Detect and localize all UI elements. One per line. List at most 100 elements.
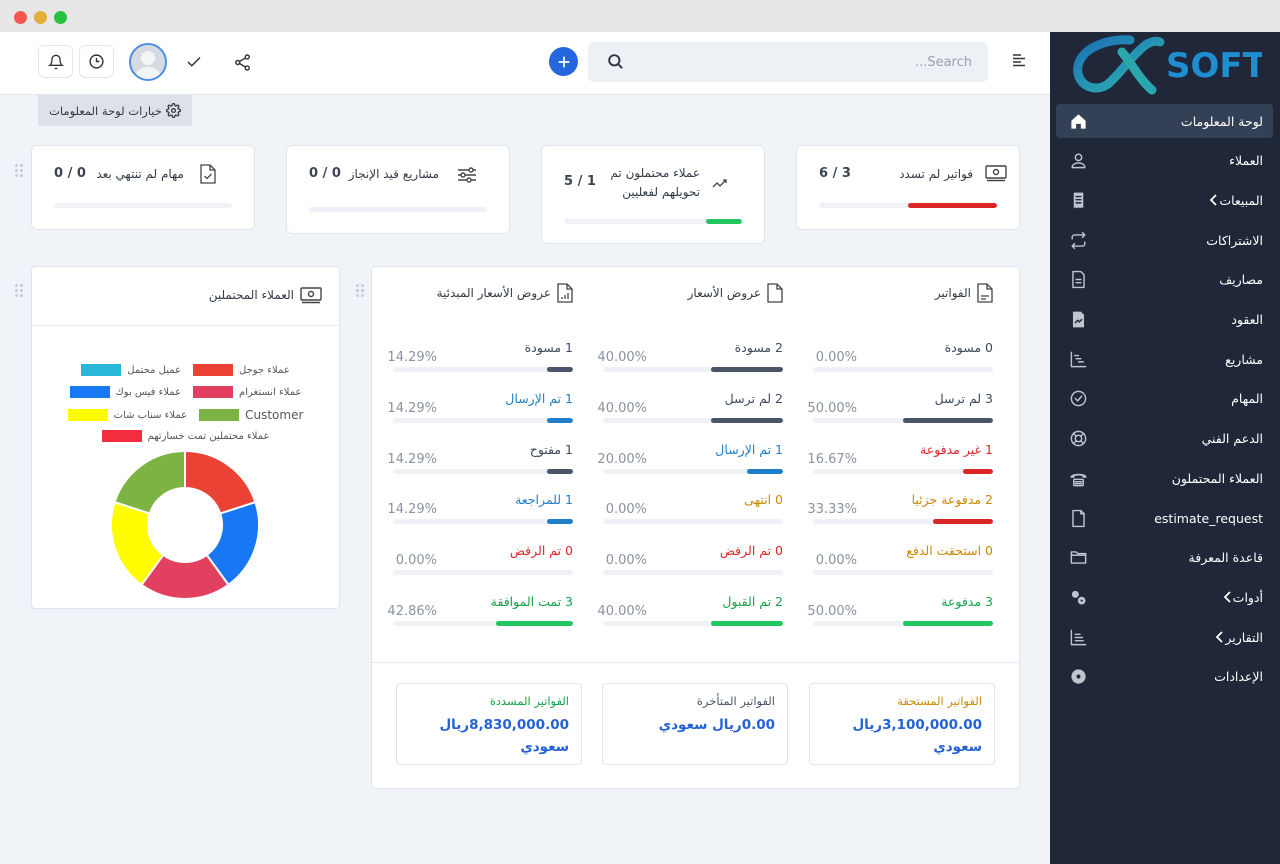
invoice-summary-value: 0.00ريال سعودي (658, 717, 775, 733)
legend-swatch (69, 386, 110, 398)
user-avatar[interactable] (129, 43, 167, 81)
search-input[interactable] (632, 42, 972, 82)
sidebar-item-label: الإعدادات (1214, 669, 1263, 685)
legend-swatch (67, 409, 108, 421)
drag-handle[interactable] (15, 284, 23, 297)
notifications-button[interactable] (38, 45, 73, 78)
legend-item[interactable]: عملاء جوجل (193, 364, 290, 376)
status-percent: 0.00% (605, 553, 647, 569)
status-link[interactable]: 3 مدفوعة (941, 594, 993, 609)
window-maximize-button[interactable] (54, 11, 67, 24)
status-link[interactable]: 0 مسودة (945, 340, 993, 355)
invoice-icon (977, 283, 993, 303)
sidebar-item-label: مشاريع (1225, 351, 1263, 367)
sidebar-item[interactable]: العملاء (1056, 144, 1273, 178)
status-link[interactable]: 1 مسودة (525, 340, 573, 355)
sidebar-item[interactable]: العقود (1056, 303, 1273, 337)
status-link[interactable]: 1 غير مدفوعة (920, 442, 993, 457)
status-link[interactable]: 1 للمراجعة (515, 492, 573, 507)
sidebar-item[interactable]: مشاريع (1056, 342, 1273, 376)
overview-column-header: عروض الأسعار المبدئية (437, 283, 573, 303)
legend-item[interactable]: عملاء محتملين تمت خسارتهم (101, 430, 270, 442)
sidebar-item-label: التقارير (1225, 629, 1263, 645)
dashboard-options-label: خيارات لوحة المعلومات (49, 103, 162, 118)
status-progress-fill (547, 519, 573, 525)
sidebar-item[interactable]: المبيعات (1056, 183, 1273, 217)
status-link[interactable]: 2 لم ترسل (725, 391, 783, 406)
overview-column-title: عروض الأسعار (687, 286, 761, 300)
search-icon[interactable] (606, 52, 625, 75)
status-link[interactable]: 0 تم الرفض (720, 543, 783, 558)
status-link[interactable]: 1 تم الإرسال (505, 391, 573, 406)
user-icon (1068, 151, 1088, 171)
window-minimize-button[interactable] (34, 11, 47, 24)
status-link[interactable]: 1 تم الإرسال (715, 442, 783, 457)
status-percent: 42.86% (387, 604, 437, 619)
status-link[interactable]: 2 تم القبول (722, 594, 783, 609)
status-link[interactable]: 2 مسودة (735, 340, 783, 355)
status-link[interactable]: 3 تمت الموافقة (491, 594, 573, 609)
status-progress (393, 519, 573, 525)
status-link[interactable]: 0 استحقت الدفع (906, 543, 993, 558)
sidebar-item[interactable]: أدوات (1056, 580, 1273, 614)
status-progress-fill (963, 468, 993, 474)
status-progress (813, 468, 993, 474)
sidebar-item[interactable]: الاشتراكات (1056, 223, 1273, 257)
contract-icon (1068, 310, 1088, 330)
sidebar-item[interactable]: لوحة المعلومات (1056, 104, 1273, 138)
sidebar-item[interactable]: الإعدادات (1056, 660, 1273, 694)
status-progress-fill (711, 417, 783, 423)
sidebar-item-label: العقود (1231, 312, 1263, 327)
legend-swatch (101, 430, 142, 442)
sidebar-item[interactable]: التقارير (1056, 620, 1273, 654)
sidebar-item[interactable]: الدعم الفني (1056, 422, 1273, 456)
status-progress (603, 468, 783, 474)
sidebar-item[interactable]: estimate_request (1056, 501, 1273, 535)
status-link[interactable]: 0 تم الرفض (510, 543, 573, 558)
legend-label: عملاء انستغرام (239, 386, 302, 398)
sidebar-item[interactable]: مصاريف (1056, 263, 1273, 297)
sidebar-toggle-button[interactable] (1012, 52, 1026, 71)
status-percent: 40.00% (597, 350, 647, 365)
gantt-icon (1068, 349, 1088, 369)
todo-button[interactable] (182, 50, 206, 74)
legend-item[interactable]: عميل محتمل (81, 364, 181, 376)
quick-create-button[interactable] (549, 47, 578, 76)
legend-item[interactable]: Customer (199, 408, 303, 422)
sidebar-item[interactable]: المهام (1056, 382, 1273, 416)
legend-item[interactable]: عملاء انستغرام (193, 386, 301, 398)
chevron-left-icon (1223, 591, 1231, 604)
overview-column-title: عروض الأسعار المبدئية (436, 286, 551, 300)
window-close-button[interactable] (14, 11, 27, 24)
search-box (588, 42, 988, 82)
company-logo[interactable]: SOFT (1072, 34, 1267, 96)
status-link[interactable]: 0 انتهى (744, 492, 783, 507)
status-link[interactable]: 2 مدفوعة جزئيا (912, 492, 993, 507)
share-button[interactable] (230, 50, 254, 74)
sidebar-item[interactable]: العملاء المحتملون (1056, 461, 1273, 495)
status-progress-fill (711, 621, 783, 626)
stat-value: 5 / 1 (564, 174, 596, 189)
invoice-summary-title: الفواتير المستحقة (897, 694, 982, 708)
timers-button[interactable] (79, 45, 114, 78)
donut-slice[interactable] (113, 450, 186, 515)
donut-slice[interactable] (184, 450, 257, 515)
legend-item[interactable]: عملاء سناب شات (67, 408, 187, 422)
status-progress-fill (547, 367, 573, 372)
legend-label: عملاء محتملين تمت خسارتهم (147, 430, 270, 442)
status-link[interactable]: 3 لم ترسل (935, 391, 993, 406)
drag-handle[interactable] (356, 284, 364, 297)
leads-chart-card: العملاء المحتملين عملاء جوجل عميل محتمل عم… (31, 266, 340, 609)
status-link[interactable]: 1 مفتوح (530, 442, 573, 457)
stat-title: عملاء محتملون تم تحويلهم لفعليين (610, 166, 700, 199)
status-percent: 50.00% (807, 604, 857, 619)
status-percent: 14.29% (387, 400, 437, 416)
repeat-icon (1068, 230, 1088, 250)
sidebar-item[interactable]: قاعدة المعرفة (1056, 541, 1273, 575)
sliders-icon (458, 167, 476, 183)
legend-item[interactable]: عملاء فيس بوك (69, 386, 181, 398)
home-icon (1068, 111, 1088, 131)
sidebar-item-label: الدعم الفني (1201, 431, 1263, 447)
dashboard-options-button[interactable]: خيارات لوحة المعلومات (38, 95, 192, 126)
drag-handle[interactable] (15, 164, 23, 177)
